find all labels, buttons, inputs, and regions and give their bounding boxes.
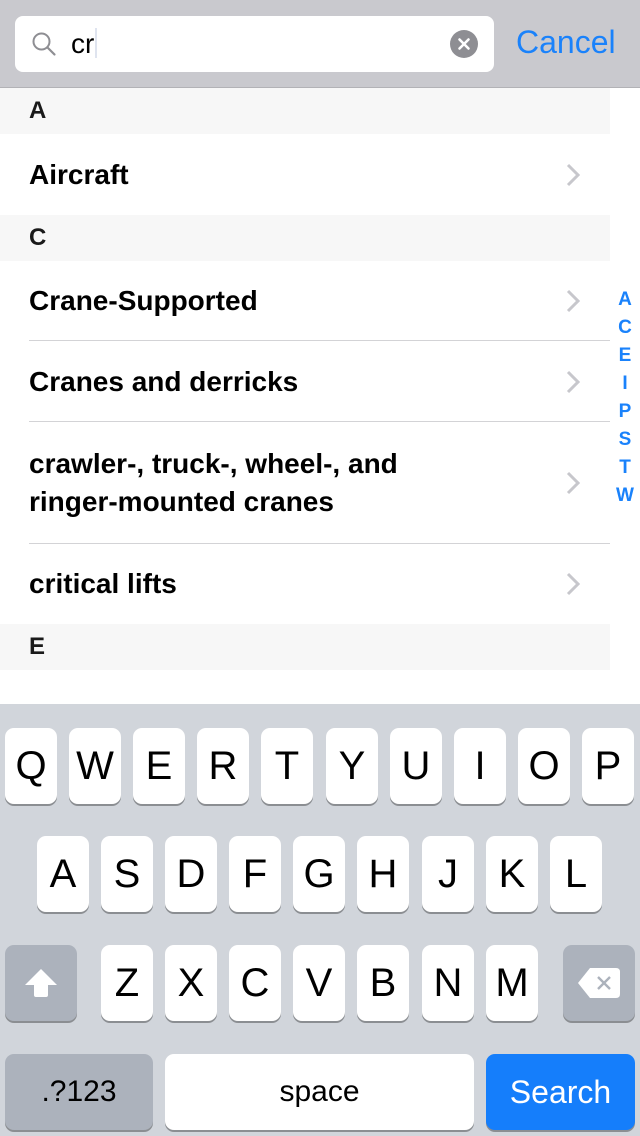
key-a[interactable]: A — [37, 836, 89, 912]
clear-x-icon — [458, 38, 470, 50]
key-o[interactable]: O — [518, 728, 570, 804]
search-query-text: cr — [71, 28, 95, 59]
chevron-right-icon — [566, 289, 580, 313]
index-item[interactable]: A — [614, 286, 636, 314]
key-l[interactable]: L — [550, 836, 602, 912]
key-w[interactable]: W — [69, 728, 121, 804]
list-item[interactable]: crawler-, truck-, wheel-, and ringer-mou… — [0, 422, 610, 544]
index-item[interactable]: W — [614, 482, 636, 510]
shift-key[interactable] — [5, 945, 77, 1021]
list-item-label: Crane-Supported — [29, 285, 258, 316]
list-item-label: critical lifts — [29, 568, 177, 599]
key-p[interactable]: P — [582, 728, 634, 804]
key-m[interactable]: M — [486, 945, 538, 1021]
section-index[interactable]: A C E I P S T W — [614, 286, 636, 510]
numbers-key[interactable]: .?123 — [5, 1054, 153, 1130]
chevron-right-icon — [566, 370, 580, 393]
key-e[interactable]: E — [133, 728, 185, 804]
index-item[interactable]: E — [614, 342, 636, 370]
list-item[interactable]: Crane-Supported — [0, 261, 610, 341]
chevron-right-icon — [566, 572, 580, 596]
index-item[interactable]: P — [614, 398, 636, 426]
key-n[interactable]: N — [422, 945, 474, 1021]
list-item[interactable]: Cranes and derricks — [0, 341, 610, 422]
text-caret — [95, 28, 98, 58]
key-u[interactable]: U — [390, 728, 442, 804]
list-item[interactable]: Aircraft — [0, 134, 610, 215]
chevron-right-icon — [566, 163, 580, 186]
search-key[interactable]: Search — [486, 1054, 635, 1130]
search-icon — [32, 32, 56, 56]
search-bar: cr Cancel — [0, 0, 640, 88]
chevron-right-icon — [566, 471, 580, 495]
key-k[interactable]: K — [486, 836, 538, 912]
section-header-a: A — [0, 88, 610, 134]
keyboard: Q W E R T Y U I O P A S D F G H J K L Z … — [0, 704, 640, 1136]
key-g[interactable]: G — [293, 836, 345, 912]
cancel-button[interactable]: Cancel — [516, 22, 616, 62]
list-item-label: Cranes and derricks — [29, 365, 299, 397]
key-v[interactable]: V — [293, 945, 345, 1021]
key-z[interactable]: Z — [101, 945, 153, 1021]
index-item[interactable]: S — [614, 426, 636, 454]
key-t[interactable]: T — [261, 728, 313, 804]
list-item-label: Aircraft — [29, 158, 129, 190]
key-s[interactable]: S — [101, 836, 153, 912]
key-x[interactable]: X — [165, 945, 217, 1021]
key-b[interactable]: B — [357, 945, 409, 1021]
key-d[interactable]: D — [165, 836, 217, 912]
key-f[interactable]: F — [229, 836, 281, 912]
space-key[interactable]: space — [165, 1054, 474, 1130]
index-item[interactable]: I — [614, 370, 636, 398]
key-h[interactable]: H — [357, 836, 409, 912]
section-header-e: E — [0, 624, 610, 670]
key-c[interactable]: C — [229, 945, 281, 1021]
backspace-icon — [578, 968, 620, 998]
search-input[interactable]: cr — [15, 16, 494, 72]
key-r[interactable]: R — [197, 728, 249, 804]
key-q[interactable]: Q — [5, 728, 57, 804]
index-item[interactable]: C — [614, 314, 636, 342]
clear-search-button[interactable] — [450, 30, 478, 58]
delete-key[interactable] — [563, 945, 635, 1021]
index-item[interactable]: T — [614, 454, 636, 482]
section-header-c: C — [0, 215, 610, 261]
search-query[interactable]: cr — [71, 28, 98, 60]
key-y[interactable]: Y — [326, 728, 378, 804]
list-item[interactable]: critical lifts — [0, 544, 610, 624]
shift-arrow-icon — [25, 969, 57, 997]
key-j[interactable]: J — [422, 836, 474, 912]
key-i[interactable]: I — [454, 728, 506, 804]
results-list: A Aircraft C Crane-Supported Cranes and … — [0, 88, 610, 670]
list-item-label: crawler-, truck-, wheel-, and ringer-mou… — [29, 448, 398, 517]
